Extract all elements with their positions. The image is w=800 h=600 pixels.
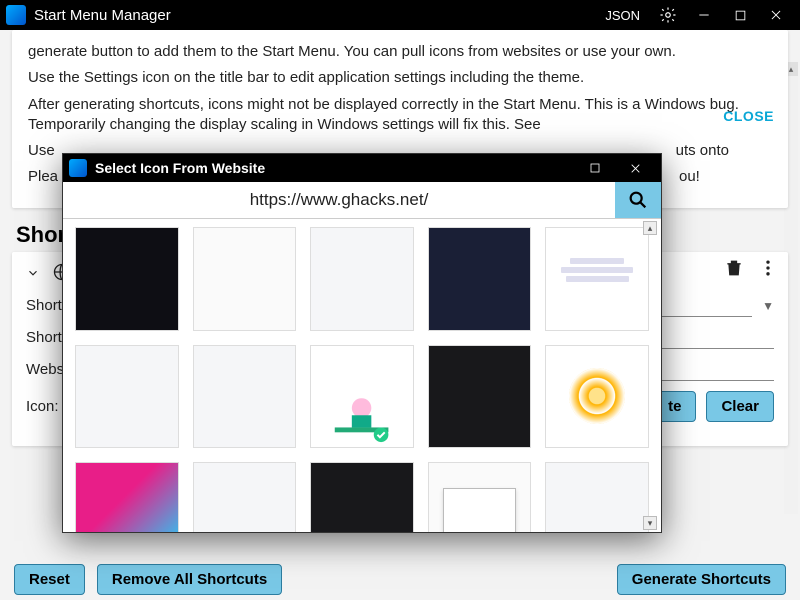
maximize-icon [734,9,747,22]
grid-scroll-up[interactable]: ▴ [643,221,657,235]
icon-grid [63,219,661,532]
search-icon [627,189,649,211]
gear-icon [659,6,677,24]
url-input[interactable] [63,182,615,218]
dialog-close-button[interactable] [615,155,655,181]
instructions-line: generate button to add them to the Start… [28,42,772,62]
search-button[interactable] [615,182,661,218]
instructions-line: After generating shortcuts, icons might … [28,95,772,136]
dialog-titlebar: Select Icon From Website [63,154,661,182]
icon-thumb[interactable] [310,227,414,331]
shortcut-menu-button[interactable] [758,258,778,281]
icon-thumb[interactable] [193,462,297,532]
dialog-title: Select Icon From Website [95,160,575,176]
close-instructions-button[interactable]: CLOSE [723,108,774,124]
icon-thumb[interactable] [428,345,532,449]
delete-shortcut-button[interactable] [724,258,744,281]
generate-shortcuts-button[interactable]: Generate Shortcuts [617,564,786,595]
person-at-desk-icon [325,386,398,447]
select-icon-dialog: Select Icon From Website ▴ ▾ [62,153,662,533]
icon-thumb[interactable] [193,227,297,331]
icon-thumb[interactable] [545,462,649,532]
settings-button[interactable] [650,1,686,29]
window-maximize-button[interactable] [722,1,758,29]
maximize-icon [589,162,601,174]
window-close-button[interactable] [758,1,794,29]
icon-thumb[interactable] [428,227,532,331]
icon-thumb[interactable] [75,462,179,532]
icon-thumb[interactable] [75,227,179,331]
app-icon [6,5,26,25]
window-minimize-button[interactable] [686,1,722,29]
close-icon [629,162,642,175]
remove-all-button[interactable]: Remove All Shortcuts [97,564,282,595]
dropdown-icon[interactable]: ▼ [762,299,774,313]
grid-scroll-down[interactable]: ▾ [643,516,657,530]
instructions-line: Use the Settings icon on the title bar t… [28,68,772,88]
icon-thumb[interactable] [310,462,414,532]
clear-icon-button[interactable]: Clear [706,391,774,422]
json-button[interactable]: JSON [599,6,646,25]
dialog-maximize-button[interactable] [575,155,615,181]
icon-thumb[interactable] [428,462,532,532]
close-icon [769,8,783,22]
icon-thumb[interactable] [310,345,414,449]
icon-thumb[interactable] [545,345,649,449]
bottom-bar: Reset Remove All Shortcuts Generate Shor… [0,558,800,600]
window-titlebar: Start Menu Manager JSON [0,0,800,30]
dialog-app-icon [69,159,87,177]
minimize-icon [697,8,711,22]
icon-thumb[interactable] [193,345,297,449]
icon-thumb[interactable] [545,227,649,331]
window-title: Start Menu Manager [34,7,599,24]
icon-thumb[interactable] [75,345,179,449]
icon-grid-wrap: ▴ ▾ [63,219,661,532]
chevron-down-icon[interactable] [26,266,40,280]
reset-button[interactable]: Reset [14,564,85,595]
url-search-bar [63,182,661,219]
